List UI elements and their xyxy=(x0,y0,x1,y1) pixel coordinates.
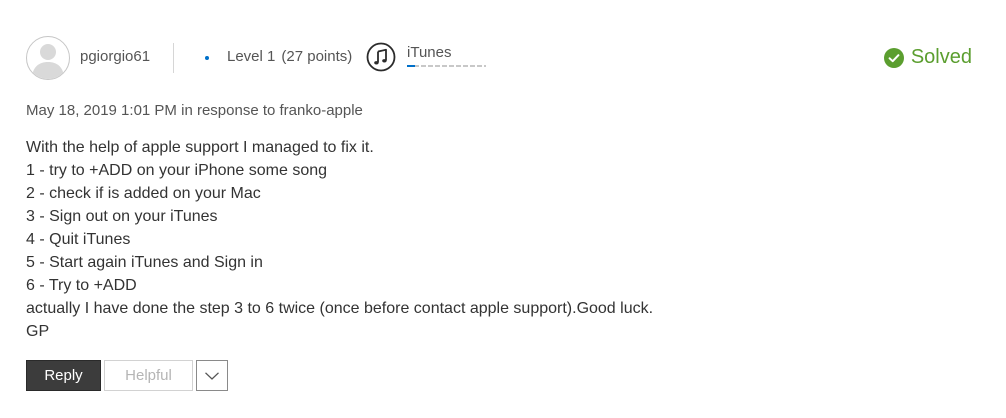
chevron-down-icon xyxy=(205,371,219,380)
more-options-button[interactable] xyxy=(196,360,228,391)
post-body: With the help of apple support I managed… xyxy=(26,136,966,343)
solved-label: Solved xyxy=(910,46,972,68)
post-line: 6 - Try to +ADD xyxy=(26,277,137,294)
post-meta: May 18, 2019 1:01 PM in response to fran… xyxy=(26,102,363,119)
default-user-avatar-icon xyxy=(32,44,64,79)
author-username-link[interactable]: pgiorgio61 xyxy=(80,48,150,65)
in-response-to-user-link[interactable]: franko-apple xyxy=(280,102,363,119)
solved-badge: Solved xyxy=(883,46,972,69)
post-actions: Reply Helpful xyxy=(26,360,228,391)
community-level-progress-fill xyxy=(407,65,415,67)
user-level-label: Level 1 xyxy=(227,48,276,65)
level-indicator-dot xyxy=(205,56,209,60)
post-line: 5 - Start again iTunes and Sign in xyxy=(26,254,263,271)
post-line: With the help of apple support I managed… xyxy=(26,139,374,156)
post-line: 1 - try to +ADD on your iPhone some song xyxy=(26,162,328,179)
helpful-button[interactable]: Helpful xyxy=(104,360,193,391)
in-response-to-prefix: in response to xyxy=(181,102,276,119)
post-timestamp[interactable]: May 18, 2019 1:01 PM xyxy=(26,102,177,119)
checkmark-circle-icon xyxy=(883,47,904,68)
post-line: 4 - Quit iTunes xyxy=(26,231,131,248)
community-name-link[interactable]: iTunes xyxy=(407,44,451,61)
community-level-progress-bar xyxy=(407,65,486,67)
user-level: Level 1 (27 points) xyxy=(227,48,352,65)
user-points: (27 points) xyxy=(281,48,353,65)
user-avatar[interactable] xyxy=(26,36,70,80)
header-divider xyxy=(173,43,174,73)
post-line: 2 - check if is added on your Mac xyxy=(26,185,261,202)
post-line: 3 - Sign out on your iTunes xyxy=(26,208,218,225)
post-signature: GP xyxy=(26,323,50,340)
itunes-music-note-icon[interactable] xyxy=(366,42,396,72)
reply-button[interactable]: Reply xyxy=(26,360,101,391)
post-line: actually I have done the step 3 to 6 twi… xyxy=(26,300,654,317)
